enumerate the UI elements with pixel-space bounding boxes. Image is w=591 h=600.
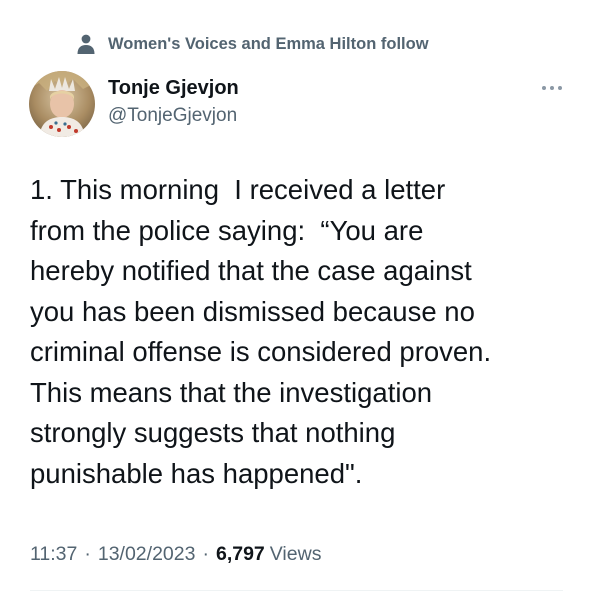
tweet-line: 1. This morning I received a letter [30,174,446,205]
tweet-line: from the police saying: “You are [30,214,424,246]
social-context-text: Women's Voices and Emma Hilton follow [108,34,429,53]
tweet-line: This means that the investigation [30,376,433,408]
views-label: Views [269,542,322,565]
tweet-line: criminal offense is considered proven. [30,336,492,367]
tweet-line: you has been dismissed because no [30,295,475,327]
tweet-line: strongly suggests that nothing [30,417,396,448]
tweet-line: punishable has happened". [30,457,363,489]
more-options-button[interactable] [536,78,568,98]
user-handle[interactable]: @TonjeGjevjon [108,104,239,128]
tweet-text: 1. This morning I received a letter from… [30,170,580,494]
social-context[interactable]: Women's Voices and Emma Hilton follow [76,32,429,56]
person-icon [76,33,96,55]
tweet-meta: 11:37 · 13/02/2023 · 6,797 Views [30,538,321,570]
tweet-time[interactable]: 11:37 [30,543,77,566]
avatar[interactable] [29,71,95,137]
more-dots-icon [542,86,562,90]
divider [30,590,563,591]
display-name[interactable]: Tonje Gjevjon [108,76,239,100]
tweet-date[interactable]: 13/02/2023 [98,543,196,566]
meta-separator: · [202,542,209,565]
author-block[interactable]: Tonje Gjevjon @TonjeGjevjon [108,76,239,128]
views-count: 6,797 [215,542,265,565]
tweet-line: hereby notified that the case against [30,255,472,286]
meta-separator: · [84,542,91,565]
